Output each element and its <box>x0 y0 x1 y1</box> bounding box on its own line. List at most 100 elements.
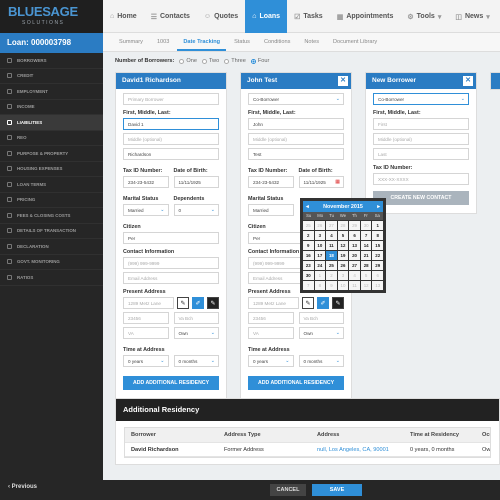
calendar-day[interactable]: 4 <box>326 231 337 240</box>
calendar-day[interactable]: 11 <box>349 281 360 290</box>
calendar-day[interactable]: 30 <box>303 271 314 280</box>
middle-name-field[interactable]: Middle (optional) <box>373 133 469 145</box>
years-select[interactable]: 0 years ⌄ <box>123 355 169 367</box>
own-select[interactable]: Own ⌄ <box>173 327 219 339</box>
radio-one[interactable]: One <box>179 58 197 64</box>
calendar-day[interactable]: 9 <box>303 241 314 250</box>
sidebar-item-purpose-property[interactable]: PURPOSE & PROPERTY <box>0 146 103 162</box>
sidebar-item-govt-monitoring[interactable]: GOVT. MONITORING <box>0 255 103 270</box>
sidebar-item-loan-terms[interactable]: LOAN TERMS <box>0 177 103 193</box>
calendar-day[interactable]: 3 <box>314 231 326 240</box>
dependents-select[interactable]: 0 ⌄ <box>173 204 219 216</box>
calendar-day[interactable]: 21 <box>360 251 372 260</box>
first-name-field[interactable]: John <box>248 118 344 130</box>
tab-status[interactable]: Status <box>228 33 256 51</box>
sidebar-item-housing-expenses[interactable]: HOUSING EXPENSES <box>0 162 103 177</box>
months-select[interactable]: 0 months ⌄ <box>298 355 344 367</box>
cancel-button[interactable]: CANCEL <box>270 484 306 496</box>
sidebar-item-details-transaction[interactable]: DETAILS OF TRANSACTION <box>0 224 103 239</box>
address-field[interactable]: 1289 Metz Lane <box>123 297 174 309</box>
sidebar-item-pricing[interactable]: PRICING <box>0 193 103 208</box>
nav-contacts[interactable]: ☰ Contacts <box>144 0 197 33</box>
first-name-field[interactable]: First <box>373 118 469 130</box>
calendar-day[interactable]: 22 <box>372 251 383 260</box>
calendar-day[interactable]: 2 <box>303 231 314 240</box>
add-residency-button[interactable]: ADD ADDITIONAL RESIDENCY <box>123 376 219 390</box>
calendar-day[interactable]: 29 <box>372 261 383 270</box>
sidebar-item-borrowers[interactable]: BORROWERS <box>0 53 103 69</box>
calendar-day[interactable]: 4 <box>349 271 360 280</box>
edit-dark-icon[interactable]: ✎ <box>207 297 219 309</box>
tab-summary[interactable]: Summary <box>113 33 149 51</box>
sidebar-item-income[interactable]: INCOME <box>0 100 103 115</box>
own-select[interactable]: Own ⌄ <box>298 327 344 339</box>
calendar-day[interactable]: 2 <box>326 271 337 280</box>
calendar-day[interactable]: 20 <box>349 251 360 260</box>
close-icon[interactable]: ✕ <box>338 76 348 86</box>
close-icon[interactable]: ✕ <box>463 76 473 86</box>
tab-notes[interactable]: Notes <box>298 33 325 51</box>
edit-dark-icon[interactable]: ✎ <box>332 297 344 309</box>
calendar-day[interactable]: 11 <box>326 241 337 250</box>
sidebar-item-ratios[interactable]: RATIOS <box>0 270 103 286</box>
marital-select[interactable]: Married ⌄ <box>123 204 169 216</box>
add-residency-button[interactable]: ADD ADDITIONAL RESIDENCY <box>248 376 344 390</box>
state-field[interactable]: VA <box>248 327 294 339</box>
tab-1003[interactable]: 1003 <box>151 33 175 51</box>
calendar-day[interactable]: 27 <box>349 261 360 270</box>
calendar-day[interactable]: 14 <box>360 241 372 250</box>
calendar-day[interactable]: 19 <box>337 251 349 260</box>
calendar-day[interactable]: 27 <box>326 221 337 230</box>
role-select[interactable]: Co-Borrower ⌄ <box>248 93 344 105</box>
sidebar-item-employment[interactable]: EMPLOYMENT <box>0 84 103 100</box>
calendar-day[interactable]: 16 <box>303 251 314 260</box>
calendar-day[interactable]: 24 <box>314 261 326 270</box>
middle-name-field[interactable]: Middle (optional) <box>123 133 219 145</box>
calendar-day[interactable]: 15 <box>372 241 383 250</box>
citizen-field[interactable]: Per <box>123 232 219 244</box>
last-name-field[interactable]: Test <box>248 148 344 160</box>
create-contact-button[interactable]: CREATE NEW CONTACT <box>373 191 469 205</box>
selected-day[interactable]: 18 <box>326 251 337 260</box>
calendar-day[interactable]: 7 <box>360 231 372 240</box>
dob-field[interactable]: 11/11/1925 ▦ <box>298 176 344 188</box>
calendar-day[interactable]: 3 <box>337 271 349 280</box>
calendar-day[interactable]: 10 <box>314 241 326 250</box>
calendar-day[interactable]: 5 <box>360 271 372 280</box>
calendar-day[interactable]: 29 <box>349 221 360 230</box>
nav-home[interactable]: ⌂ Home <box>103 0 144 33</box>
previous-button[interactable]: ‹ Previous <box>8 484 37 490</box>
pencil-icon[interactable]: ✐ <box>192 297 204 309</box>
sidebar-item-fees[interactable]: FEES & CLOSING COSTS <box>0 208 103 224</box>
role-select[interactable]: Co-Borrower ⌄ <box>373 93 469 105</box>
calendar-day[interactable]: 23 <box>303 261 314 270</box>
months-select[interactable]: 0 months ⌄ <box>173 355 219 367</box>
zip-field[interactable]: 23456 <box>248 312 294 324</box>
radio-two[interactable]: Two <box>201 58 219 64</box>
table-row[interactable]: David Richardson Former Address null, Lo… <box>125 443 490 457</box>
nav-quotes[interactable]: ☺ Quotes <box>197 0 245 33</box>
city-field[interactable]: Va Bch <box>173 312 219 324</box>
calendar-day[interactable]: 12 <box>337 241 349 250</box>
calendar-day[interactable]: 5 <box>337 231 349 240</box>
pencil-icon[interactable]: ✐ <box>317 297 329 309</box>
edit-icon[interactable]: ✎ <box>302 297 314 309</box>
calendar-day[interactable]: 30 <box>360 221 372 230</box>
next-month-icon[interactable]: ▸ <box>377 204 380 210</box>
tab-date-tracking[interactable]: Date Tracking <box>177 33 227 51</box>
calendar-day[interactable]: 9 <box>326 281 337 290</box>
calendar-day[interactable]: 25 <box>303 221 314 230</box>
sidebar-item-declaration[interactable]: DECLARATION <box>0 239 103 255</box>
tab-conditions[interactable]: Conditions <box>258 33 296 51</box>
prev-month-icon[interactable]: ◂ <box>306 204 309 210</box>
calendar-icon[interactable]: ▦ <box>335 177 340 187</box>
nav-tools[interactable]: ⚙ Tools ▾ <box>400 0 448 33</box>
edit-icon[interactable]: ✎ <box>177 297 189 309</box>
sidebar-item-liabilities[interactable]: LIABILITIES <box>0 115 103 131</box>
calendar-day[interactable]: 25 <box>326 261 337 270</box>
calendar-day[interactable]: 8 <box>372 231 383 240</box>
calendar-day[interactable]: 28 <box>337 221 349 230</box>
save-button[interactable]: SAVE <box>312 484 362 496</box>
nav-loans[interactable]: ⌂ Loans <box>245 0 288 33</box>
tax-id-field[interactable]: 234-23-5432 <box>248 176 294 188</box>
